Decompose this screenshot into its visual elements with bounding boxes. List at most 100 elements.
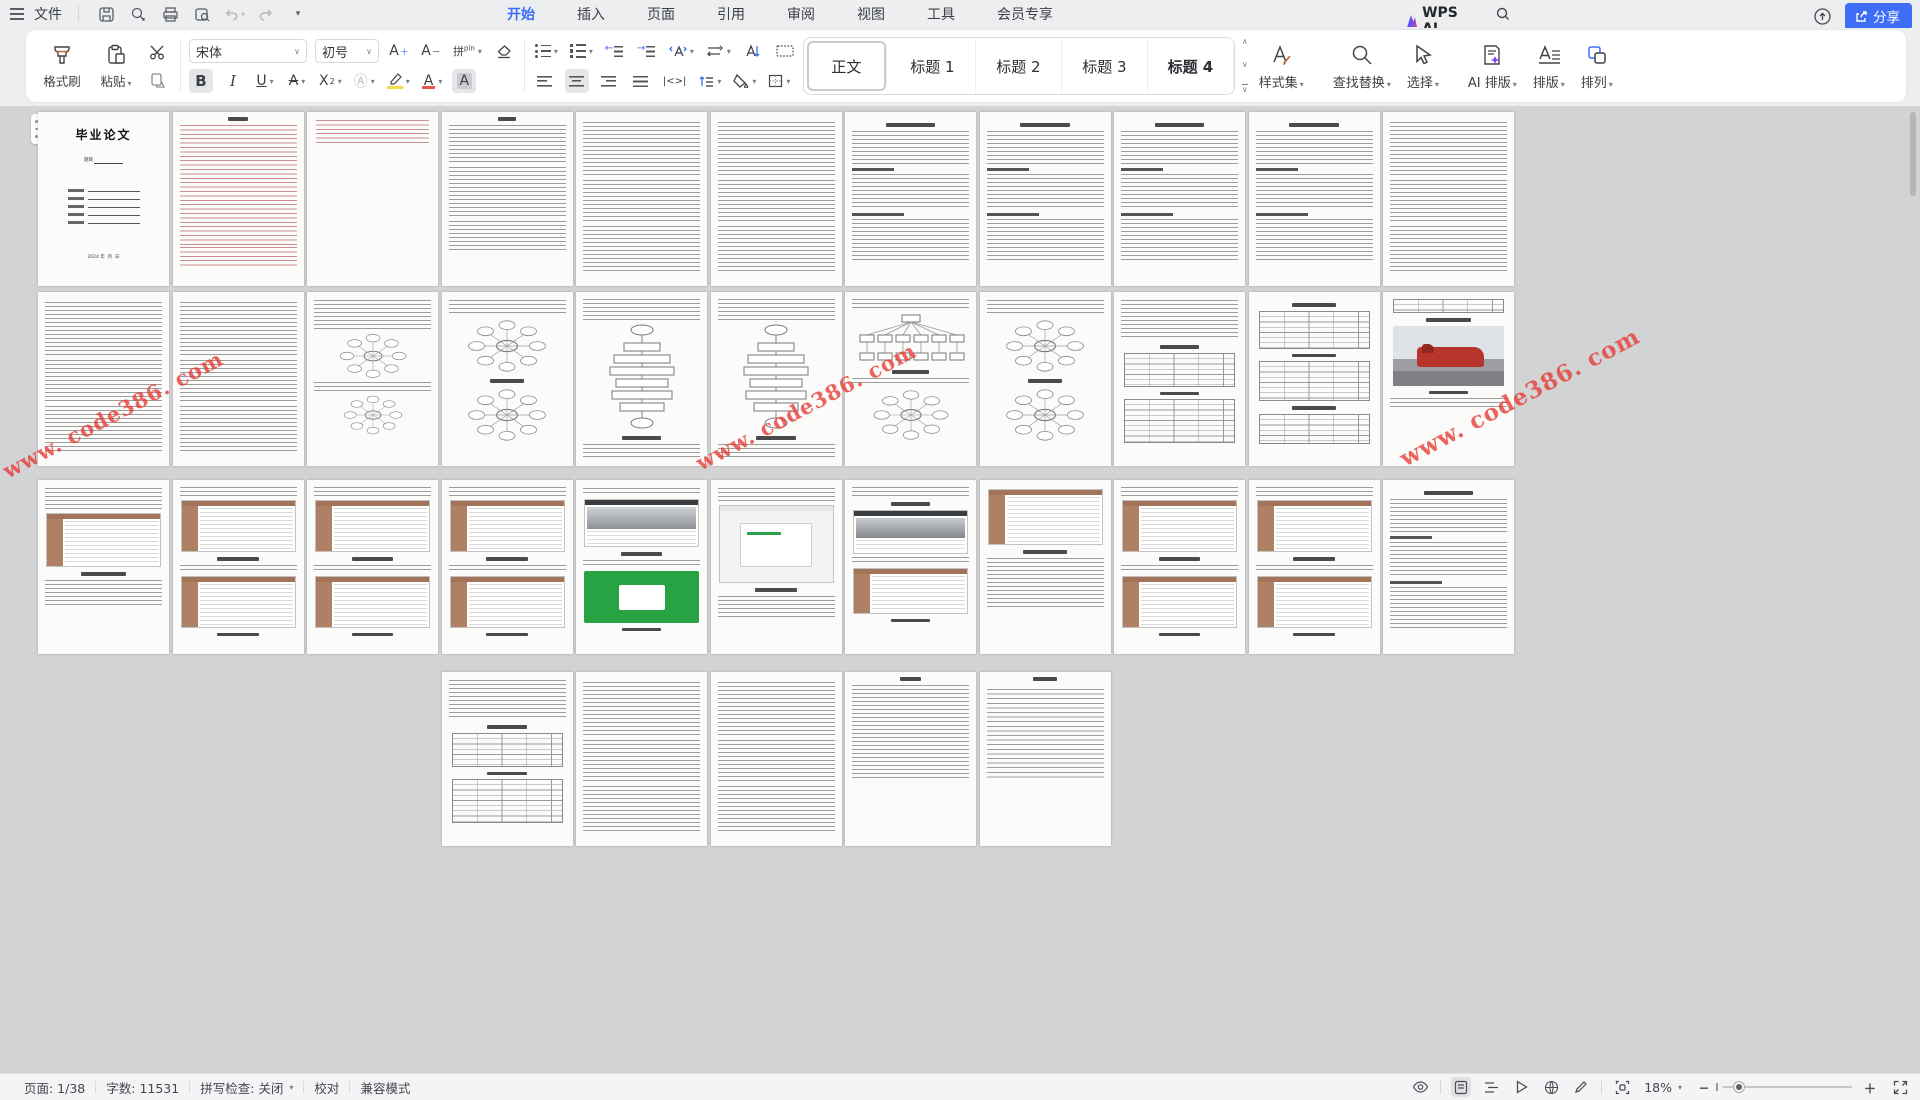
- page-thumbnail-4[interactable]: [442, 112, 573, 286]
- shading-button[interactable]: ▾: [731, 69, 758, 93]
- focus-mode-icon[interactable]: [1612, 1077, 1632, 1097]
- page-thumbnail-31[interactable]: [1114, 480, 1245, 654]
- page-thumbnail-10[interactable]: [1249, 112, 1380, 286]
- numbered-list-button[interactable]: ▾: [568, 39, 595, 63]
- italic-button[interactable]: I: [221, 69, 245, 93]
- page-thumbnail-20[interactable]: [1114, 292, 1245, 466]
- page-thumbnail-24[interactable]: [173, 480, 304, 654]
- word-count[interactable]: 字数: 11531: [96, 1078, 189, 1097]
- zoom-slider[interactable]: [1722, 1086, 1852, 1088]
- page-thumbnail-28[interactable]: [711, 480, 842, 654]
- format-painter-button[interactable]: 格式刷: [36, 36, 88, 96]
- page-thumbnail-33[interactable]: [1383, 480, 1514, 654]
- gallery-up-icon[interactable]: ∧: [1242, 38, 1248, 46]
- export-pdf-icon[interactable]: [127, 3, 149, 25]
- ai-layout-button[interactable]: AI 排版▾: [1460, 38, 1525, 95]
- fullscreen-icon[interactable]: [1890, 1077, 1910, 1097]
- decrease-font-button[interactable]: A－: [419, 39, 443, 63]
- search-icon[interactable]: [1492, 3, 1514, 25]
- page-thumbnail-29[interactable]: [845, 480, 976, 654]
- hamburger-menu-icon[interactable]: [10, 8, 24, 20]
- page-thumbnail-21[interactable]: [1249, 292, 1380, 466]
- zoom-slider-knob[interactable]: [1734, 1082, 1744, 1092]
- document-scrollbar[interactable]: [1910, 110, 1918, 1067]
- upload-cloud-icon[interactable]: [1811, 6, 1833, 28]
- tab-marks-button[interactable]: [773, 39, 797, 63]
- page-thumbnail-6[interactable]: [711, 112, 842, 286]
- tab-工具[interactable]: 工具: [925, 1, 957, 27]
- compat-mode-badge[interactable]: 兼容模式: [350, 1078, 420, 1097]
- document-canvas[interactable]: 毕业论文 题目 2024 年 月 日: [0, 106, 1920, 1073]
- tab-视图[interactable]: 视图: [855, 1, 887, 27]
- ink-annotate-icon[interactable]: [1571, 1077, 1591, 1097]
- page-thumbnail-9[interactable]: [1114, 112, 1245, 286]
- gallery-more-icon[interactable]: ∨: [1242, 84, 1248, 94]
- bullet-list-button[interactable]: ▾: [533, 39, 560, 63]
- print-preview-icon[interactable]: [191, 3, 213, 25]
- play-slideshow-icon[interactable]: [1511, 1077, 1531, 1097]
- tab-页面[interactable]: 页面: [645, 1, 677, 27]
- page-thumbnail-15[interactable]: [442, 292, 573, 466]
- style-gallery-scroll[interactable]: ∧ ∨ ∨: [1239, 34, 1251, 98]
- underline-button[interactable]: U▾: [253, 69, 277, 93]
- page-thumbnail-5[interactable]: [576, 112, 707, 286]
- page-thumbnail-8[interactable]: [980, 112, 1111, 286]
- page-thumbnail-1[interactable]: 毕业论文 题目 2024 年 月 日: [38, 112, 169, 286]
- decrease-indent-icon[interactable]: [603, 39, 627, 63]
- style-set-button[interactable]: 样式集▾: [1251, 38, 1312, 95]
- page-thumbnail-38[interactable]: [980, 672, 1111, 846]
- tab-会员专享[interactable]: 会员专享: [995, 1, 1055, 27]
- page-thumbnail-3[interactable]: [307, 112, 438, 286]
- increase-font-button[interactable]: A＋: [387, 39, 411, 63]
- style-标题1[interactable]: 标题 1: [890, 38, 976, 94]
- tab-开始[interactable]: 开始: [505, 1, 537, 27]
- tab-审阅[interactable]: 审阅: [785, 1, 817, 27]
- web-view-icon[interactable]: [1541, 1077, 1561, 1097]
- style-标题2[interactable]: 标题 2: [976, 38, 1062, 94]
- outline-view-icon[interactable]: [1481, 1077, 1501, 1097]
- redo-icon[interactable]: [255, 3, 277, 25]
- layout-button[interactable]: 排版▾: [1525, 38, 1573, 95]
- page-thumbnail-36[interactable]: [711, 672, 842, 846]
- page-thumbnail-14[interactable]: [307, 292, 438, 466]
- line-spacing-button[interactable]: ▾: [696, 69, 723, 93]
- page-view-icon[interactable]: [1451, 1077, 1471, 1097]
- copy-icon[interactable]: [146, 68, 170, 92]
- save-icon[interactable]: [95, 3, 117, 25]
- clear-format-icon[interactable]: [492, 39, 516, 63]
- file-menu[interactable]: 文件: [34, 4, 62, 24]
- page-thumbnail-23[interactable]: [38, 480, 169, 654]
- page-thumbnail-26[interactable]: [442, 480, 573, 654]
- superscript-button[interactable]: X2▾: [317, 69, 344, 93]
- distribute-button[interactable]: |<>|: [661, 69, 689, 93]
- borders-button[interactable]: ▾: [766, 69, 792, 93]
- paste-button[interactable]: 粘贴▾: [90, 36, 142, 96]
- highlight-color-button[interactable]: ▾: [385, 69, 412, 93]
- page-thumbnail-35[interactable]: [576, 672, 707, 846]
- spellcheck-toggle[interactable]: 拼写检查: 关闭▾: [190, 1078, 303, 1097]
- style-正文[interactable]: 正文: [807, 41, 887, 91]
- select-button[interactable]: 选择▾: [1399, 38, 1447, 95]
- page-thumbnail-30[interactable]: [980, 480, 1111, 654]
- align-center-button[interactable]: [565, 69, 589, 93]
- gallery-down-icon[interactable]: ∨: [1242, 61, 1248, 69]
- page-thumbnail-2[interactable]: [173, 112, 304, 286]
- tab-插入[interactable]: 插入: [575, 1, 607, 27]
- align-left-button[interactable]: [533, 69, 557, 93]
- bold-button[interactable]: B: [189, 69, 213, 93]
- quickbar-more-icon[interactable]: ▾: [287, 3, 309, 25]
- character-shading-button[interactable]: A: [452, 69, 476, 93]
- cut-icon[interactable]: [146, 40, 170, 64]
- page-thumbnail-7[interactable]: [845, 112, 976, 286]
- print-icon[interactable]: [159, 3, 181, 25]
- tab-引用[interactable]: 引用: [715, 1, 747, 27]
- proofread-button[interactable]: 校对: [304, 1078, 349, 1097]
- share-button[interactable]: 分享: [1845, 3, 1912, 30]
- style-标题4[interactable]: 标题 4: [1148, 38, 1234, 94]
- text-direction-button[interactable]: ▾: [667, 39, 696, 63]
- zoom-out-icon[interactable]: −: [1694, 1077, 1714, 1097]
- page-thumbnail-11[interactable]: [1383, 112, 1514, 286]
- arrange-button[interactable]: 排列▾: [1573, 38, 1621, 95]
- wrap-button[interactable]: ▾: [704, 39, 733, 63]
- zoom-value[interactable]: 18%▾: [1642, 1080, 1684, 1095]
